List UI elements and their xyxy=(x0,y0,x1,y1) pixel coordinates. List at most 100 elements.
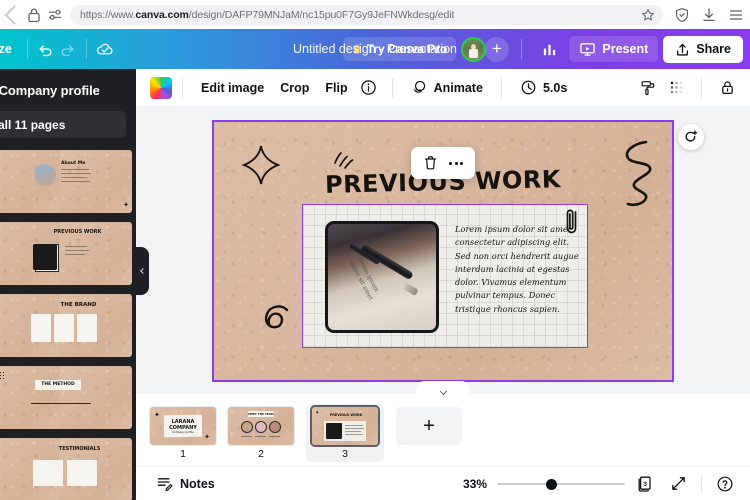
side-panel: e Company profile all 11 pages ✦ About M… xyxy=(0,69,136,500)
redo-icon[interactable] xyxy=(57,38,79,60)
flip-button[interactable]: Flip xyxy=(317,76,355,100)
zoom-percentage: 33% xyxy=(462,476,487,491)
canva-top-bar: ize Untitled design - Presentation ♛ Try… xyxy=(0,29,750,69)
site-settings-icon[interactable] xyxy=(48,8,63,22)
more-options-icon[interactable] xyxy=(444,152,468,174)
template-thumb-the-method[interactable]: THE METHOD xyxy=(0,366,132,429)
panel-collapse-handle[interactable] xyxy=(136,247,149,295)
apply-all-pages-button[interactable]: all 11 pages xyxy=(0,111,126,138)
page-thumb: MEET THE TEAM xyxy=(228,406,294,445)
paint-roller-icon[interactable] xyxy=(635,75,661,101)
expand-fullscreen-icon[interactable] xyxy=(665,471,691,497)
add-page-button[interactable]: + xyxy=(396,407,462,445)
page-thumb-title: PREVIOUS WORK xyxy=(329,413,363,417)
document-title[interactable]: Untitled design - Presentation xyxy=(293,42,457,56)
animate-label: Animate xyxy=(433,80,483,95)
page-count-icon[interactable]: 3 xyxy=(635,474,655,494)
share-button[interactable]: Share xyxy=(663,35,743,63)
page-thumb-subtitle: Company profile xyxy=(172,430,194,434)
animate-button[interactable]: Animate xyxy=(403,74,491,101)
crop-button[interactable]: Crop xyxy=(272,76,317,100)
template-thumb-testimonials[interactable]: TESTIMONIALS xyxy=(0,438,132,500)
context-toolbar: Edit image Crop Flip Animate 5.0s xyxy=(136,69,750,107)
divider xyxy=(85,39,87,59)
slide-body-text[interactable]: Lorem ipsum dolor sit amet, consectetur … xyxy=(455,223,579,316)
paperclip-icon xyxy=(566,209,577,234)
pen-nib-shape xyxy=(403,282,419,297)
page-item-3[interactable]: PREVIOUS WORK ✦ 3 xyxy=(306,404,384,462)
present-button[interactable]: Present xyxy=(569,36,659,62)
page-thumb: PREVIOUS WORK ✦ xyxy=(312,407,378,445)
share-upload-icon xyxy=(677,43,689,56)
duration-label: 5.0s xyxy=(542,80,568,95)
notes-icon xyxy=(157,478,173,492)
divider xyxy=(701,474,702,493)
undo-icon[interactable] xyxy=(35,38,57,60)
help-question-icon[interactable] xyxy=(712,471,738,497)
lock-closed-icon[interactable] xyxy=(714,75,740,101)
cloud-saved-icon[interactable] xyxy=(94,38,116,60)
main-area: Edit image Crop Flip Animate 5.0s PREVIO… xyxy=(136,69,750,500)
animate-icon xyxy=(413,80,425,93)
browser-toolbar: https://www.canva.com/design/DAFP79MNJaM… xyxy=(0,0,750,29)
divider xyxy=(391,77,393,98)
workspace: e Company profile all 11 pages ✦ About M… xyxy=(0,69,750,500)
page-thumb: LARANA COMPANY Company profile ✦ ✦ xyxy=(150,406,216,445)
page-item-2[interactable]: MEET THE TEAM 2 xyxy=(228,406,294,460)
pen-photo[interactable]: lorem ipsum dolor sit amet xyxy=(325,221,439,333)
divider xyxy=(701,77,702,98)
divider xyxy=(521,39,523,59)
share-label: Share xyxy=(696,42,731,56)
template-thumb-previous-work[interactable]: ✦ PREVIOUS WORK xyxy=(0,222,132,285)
panel-title: e Company profile xyxy=(0,83,100,98)
insights-chart-icon[interactable] xyxy=(534,35,564,63)
tray-collapse-button[interactable] xyxy=(416,381,470,396)
template-thumb-the-brand[interactable]: THE BRAND xyxy=(0,294,132,357)
duplicate-page-icon[interactable] xyxy=(678,124,704,150)
page-wrapper: PREVIOUS WORK lorem ipsum dolor sit amet … xyxy=(212,120,704,382)
user-avatar[interactable] xyxy=(461,36,487,62)
template-thumb-about-me[interactable]: ✦ About Me ✦ xyxy=(0,150,132,213)
pages-tray: LARANA COMPANY Company profile ✦ ✦ 1 MEE… xyxy=(136,381,750,466)
info-circle-icon[interactable] xyxy=(356,75,382,101)
page-thumb-title: MEET THE TEAM xyxy=(248,411,274,416)
edit-image-button[interactable]: Edit image xyxy=(193,76,272,100)
back-chevron-icon[interactable] xyxy=(4,4,25,25)
page-item-1[interactable]: LARANA COMPANY Company profile ✦ ✦ 1 xyxy=(150,406,216,460)
note-card-element[interactable]: lorem ipsum dolor sit amet Lorem ipsum do… xyxy=(302,204,588,348)
slider-track xyxy=(497,482,625,485)
hamburger-menu-icon[interactable] xyxy=(728,7,744,23)
template-thumbnail-list: ✦ About Me ✦ ✦ PREVIOUS WORK xyxy=(0,150,136,500)
transparency-grid-icon[interactable] xyxy=(663,75,689,101)
bookmark-star-icon[interactable] xyxy=(641,8,655,22)
divider xyxy=(182,77,183,98)
page-thumbnail-row: LARANA COMPANY Company profile ✦ ✦ 1 MEE… xyxy=(136,394,750,466)
trash-delete-icon[interactable] xyxy=(418,152,442,174)
page-thumb-title: LARANA COMPANY xyxy=(169,418,197,431)
notes-label: Notes xyxy=(180,476,215,491)
download-icon[interactable] xyxy=(701,7,717,23)
canvas-stage[interactable]: PREVIOUS WORK lorem ipsum dolor sit amet … xyxy=(136,107,750,394)
page-number: 2 xyxy=(258,447,264,460)
page-number: 1 xyxy=(180,447,186,460)
page-count-value: 3 xyxy=(643,481,647,488)
timer-clock-icon xyxy=(521,80,536,95)
present-label: Present xyxy=(602,42,649,56)
tray-collapse-chevron-icon xyxy=(439,387,447,396)
present-screen-icon xyxy=(580,43,596,56)
resize-button[interactable]: ize xyxy=(0,42,20,56)
divider xyxy=(26,39,28,59)
url-text: https://www.canva.com/design/DAFP79MNJaM… xyxy=(80,8,455,21)
status-bar: Notes 33% 3 xyxy=(136,466,750,500)
shield-icon[interactable] xyxy=(674,7,690,23)
notes-button[interactable]: Notes xyxy=(150,471,221,496)
divider xyxy=(500,77,502,98)
collapse-left-chevron-icon xyxy=(139,268,146,274)
zoom-slider[interactable] xyxy=(497,477,625,491)
lock-icon[interactable] xyxy=(27,7,41,23)
slider-knob[interactable] xyxy=(545,478,557,490)
address-bar[interactable]: https://www.canva.com/design/DAFP79MNJaM… xyxy=(70,4,663,25)
rainbow-color-swatch[interactable] xyxy=(150,76,172,99)
add-collaborator-button[interactable]: + xyxy=(484,36,510,62)
duration-button[interactable]: 5.0s xyxy=(512,74,575,101)
